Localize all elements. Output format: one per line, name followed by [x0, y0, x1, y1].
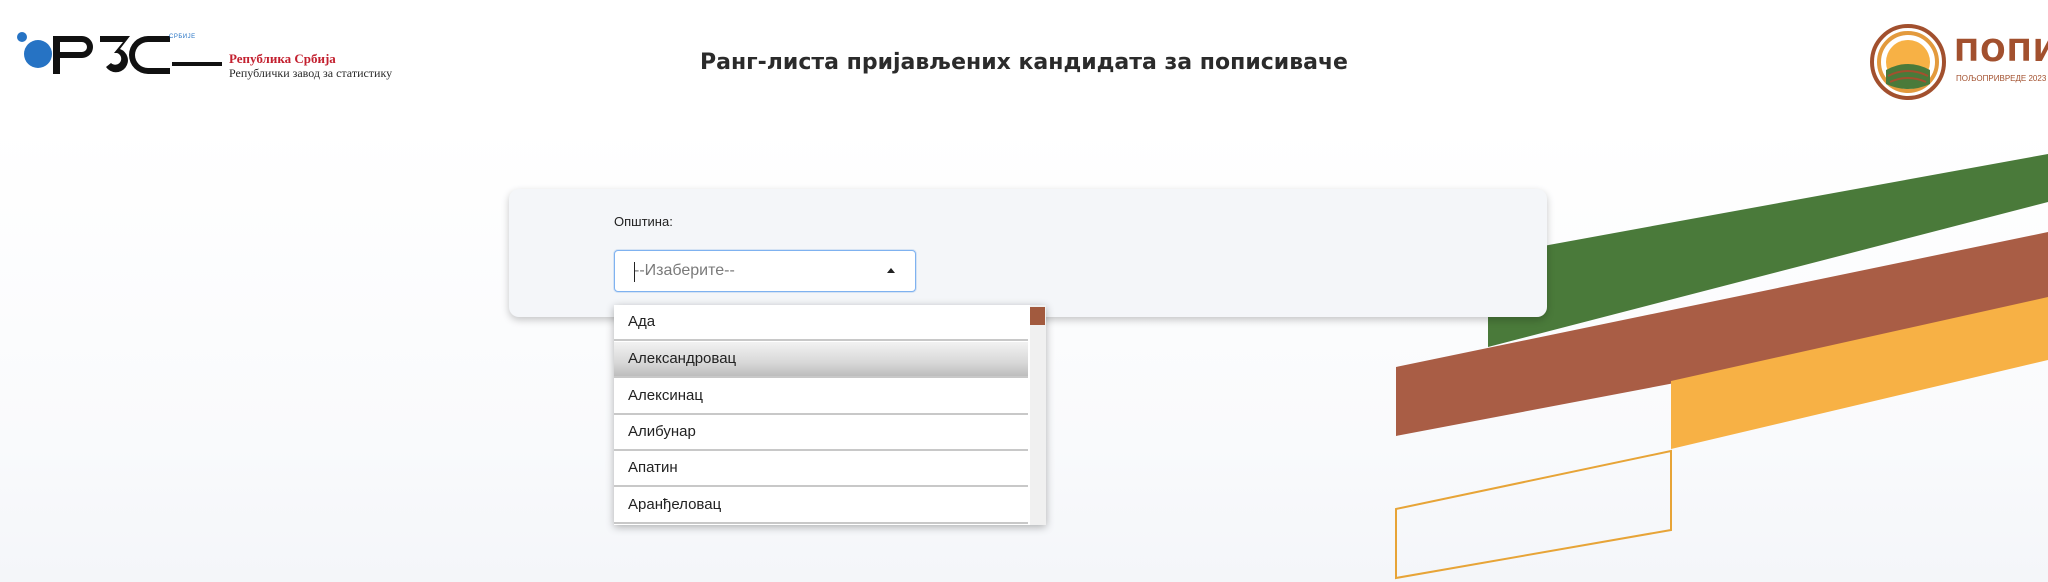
municipality-label: Општина: [614, 214, 673, 229]
option-aleksinac[interactable]: Алексинац [614, 379, 1028, 415]
chevron-up-icon [887, 268, 895, 273]
text-cursor [634, 262, 635, 282]
option-alibunar[interactable]: Алибунар [614, 415, 1028, 451]
municipality-dropdown-list[interactable]: Ада Александровац Алексинац Алибунар Апа… [614, 305, 1046, 525]
select-placeholder: --Изаберите-- [634, 262, 735, 279]
option-arandjelovac[interactable]: Аранђеловац [614, 488, 1028, 524]
option-aleksandrovac[interactable]: Александровац [614, 342, 1028, 378]
outline-stripe [1395, 449, 1672, 580]
dropdown-scrollbar[interactable] [1030, 305, 1046, 525]
option-apatin[interactable]: Апатин [614, 451, 1028, 487]
municipality-select[interactable]: --Изаберите-- [614, 250, 916, 292]
dropdown-scroll-thumb[interactable] [1030, 307, 1045, 325]
option-ada[interactable]: Ада [614, 305, 1028, 341]
